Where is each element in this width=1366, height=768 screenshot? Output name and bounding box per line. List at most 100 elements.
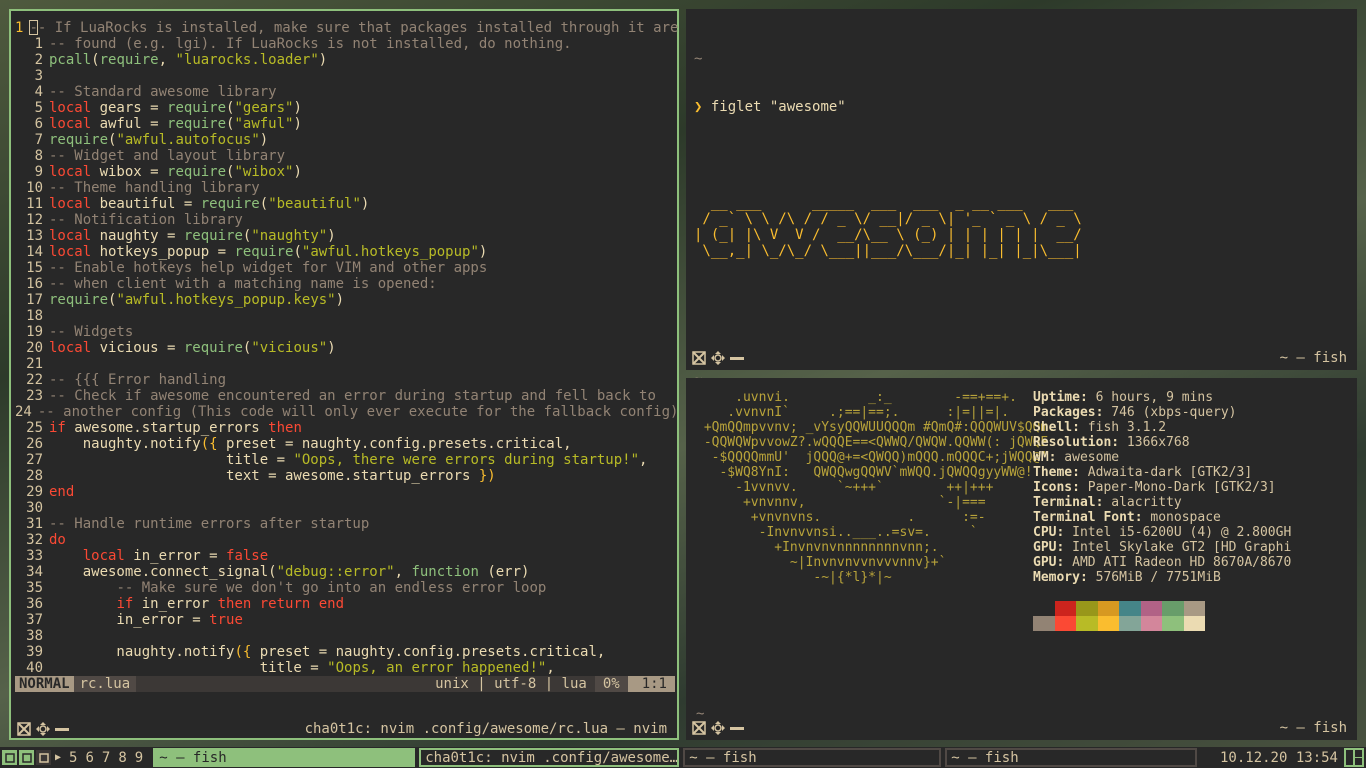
editor-titlebar[interactable]: cha0t1c: nvim .config/awesome/rc.lua — n… (11, 718, 677, 740)
line-number: 24 (15, 404, 32, 420)
editor-window[interactable]: 1 -- If LuaRocks is installed, make sure … (9, 9, 679, 740)
code-line[interactable]: 28 text = awesome.startup_errors }) (15, 468, 675, 484)
line-number: 9 (34, 164, 43, 180)
code-line[interactable]: 25 if awesome.startup_errors then (15, 420, 675, 436)
line-number: 5 (34, 100, 43, 116)
code-line[interactable]: 35 -- Make sure we don't go into an endl… (15, 580, 675, 596)
code-line[interactable]: 4 -- Standard awesome library (15, 84, 675, 100)
code-token: (err) (487, 564, 530, 580)
code-line[interactable]: 11 local beautiful = require("beautiful") (15, 196, 675, 212)
float-icon[interactable] (17, 722, 31, 736)
tag-tile-3[interactable] (36, 750, 51, 765)
line-number: 25 (26, 420, 43, 436)
code-token: require (234, 244, 294, 260)
code-line[interactable]: 23 -- Check if awesome encountered an err… (15, 388, 675, 404)
code-line[interactable]: 13 local naughty = require("naughty") (15, 228, 675, 244)
code-token: require (49, 292, 109, 308)
float-icon[interactable] (692, 351, 706, 365)
code-token: ({ (234, 644, 260, 660)
minimize-icon[interactable] (730, 351, 744, 365)
code-line[interactable]: 7 require("awful.autofocus") (15, 132, 675, 148)
code-line[interactable]: 5 local gears = require("gears") (15, 100, 675, 116)
tag-9[interactable]: 9 (135, 750, 143, 766)
tag-tile-2[interactable] (19, 750, 34, 765)
line-number: 2 (34, 52, 43, 68)
line-number: 1 (34, 36, 43, 52)
tag-6[interactable]: 6 (85, 750, 93, 766)
code-line[interactable]: 8 -- Widget and layout library (15, 148, 675, 164)
float-icon[interactable] (692, 721, 706, 735)
code-line[interactable]: 39 naughty.notify({ preset = naughty.con… (15, 644, 675, 660)
terminal-titlebar[interactable]: ~ — fish (686, 717, 1357, 739)
task-button[interactable]: cha0t1c: nvim .config/awesome… (419, 748, 680, 767)
code-line[interactable]: 19 -- Widgets (15, 324, 675, 340)
code-line[interactable]: 12 -- Notification library (15, 212, 675, 228)
code-line[interactable]: 40 title = "Oops, an error happened!", (15, 660, 675, 676)
code-token: -- Widget and layout library (49, 148, 286, 164)
code-line[interactable]: 1 -- If LuaRocks is installed, make sure … (15, 20, 679, 36)
line-content: local naughty = require("naughty") (49, 228, 336, 244)
code-line[interactable]: 31 -- Handle runtime errors after startup (15, 516, 675, 532)
code-line[interactable]: 10 -- Theme handling library (15, 180, 675, 196)
neofetch-info: Uptime: 6 hours, 9 mins Packages: 746 (xb… (1033, 390, 1291, 585)
code-token: require (200, 196, 260, 212)
code-line[interactable]: 29 end (15, 484, 675, 500)
terminal-window-neofetch[interactable]: .uvnvi. _:_ -==+==+. .vvnvnI` .;==|==;. … (686, 378, 1357, 768)
info-value: Adwaita-dark [GTK2/3] (1079, 465, 1253, 480)
code-line[interactable]: 27 title = "Oops, there were errors duri… (15, 452, 675, 468)
move-icon[interactable] (711, 721, 725, 735)
code-line[interactable]: 30 (15, 500, 675, 516)
play-icon[interactable]: ▶ (55, 750, 61, 766)
tag-list: ▶ 56789 (51, 750, 149, 766)
code-area[interactable]: 1 -- If LuaRocks is installed, make sure … (15, 20, 679, 676)
minimize-icon[interactable] (55, 722, 69, 736)
move-icon[interactable] (36, 722, 50, 736)
task-button[interactable]: ~ — fish (945, 748, 1198, 767)
code-line[interactable]: 2 pcall(require, "luarocks.loader") (15, 52, 675, 68)
code-line[interactable]: 33 local in_error = false (15, 548, 675, 564)
code-token: title = (49, 452, 294, 468)
code-line[interactable]: 32 do (15, 532, 675, 548)
code-token: -- If LuaRocks is installed, make sure t… (29, 20, 679, 36)
code-line[interactable]: 17 require("awful.hotkeys_popup.keys") (15, 292, 675, 308)
layout-icon[interactable] (1344, 748, 1364, 767)
launcher-tile[interactable] (2, 750, 17, 765)
code-token: awful = (99, 116, 168, 132)
code-line[interactable]: 24 -- another config (This code will only… (15, 404, 678, 420)
code-line[interactable]: 1 -- found (e.g. lgi). If LuaRocks is not… (15, 36, 675, 52)
move-icon[interactable] (711, 351, 725, 365)
shell-command: figlet "awesome" (702, 99, 846, 115)
code-line[interactable]: 9 local wibox = require("wibox") (15, 164, 675, 180)
neofetch-info-row: Theme: Adwaita-dark [GTK2/3] (1033, 465, 1291, 480)
code-line[interactable]: 15 -- Enable hotkeys help widget for VIM … (15, 260, 675, 276)
code-line[interactable]: 3 (15, 68, 675, 84)
code-line[interactable]: 20 local vicious = require("vicious") (15, 340, 675, 356)
terminal-titlebar[interactable]: ~ — fish (686, 347, 1357, 369)
code-line[interactable]: 14 local hotkeys_popup = require("awful.h… (15, 244, 675, 260)
terminal-window-figlet[interactable]: ~ ❯ figlet "awesome" __ ___ _____ ___ __… (686, 9, 1357, 435)
code-line[interactable]: 21 (15, 356, 675, 372)
code-line[interactable]: 34 awesome.connect_signal("debug::error"… (15, 564, 675, 580)
tag-7[interactable]: 7 (102, 750, 110, 766)
code-line[interactable]: 18 (15, 308, 675, 324)
code-line[interactable]: 36 if in_error then return end (15, 596, 675, 612)
tag-8[interactable]: 8 (118, 750, 126, 766)
task-button[interactable]: ~ — fish (153, 748, 416, 767)
code-line[interactable]: 16 -- when client with a matching name is… (15, 276, 675, 292)
code-token: ) (293, 164, 302, 180)
minimize-icon[interactable] (730, 721, 744, 735)
tag-5[interactable]: 5 (69, 750, 77, 766)
color-swatch (1033, 601, 1055, 616)
code-token: , (394, 564, 412, 580)
code-token: }) (478, 468, 496, 484)
code-line[interactable]: 37 in_error = true (15, 612, 675, 628)
code-line[interactable]: 38 (15, 628, 675, 644)
info-value: 746 (xbps-query) (1103, 405, 1237, 420)
code-token: ) (327, 228, 336, 244)
task-list: ~ — fish cha0t1c: nvim .config/awesome… ~ … (149, 748, 1198, 767)
code-line[interactable]: 6 local awful = require("awful") (15, 116, 675, 132)
code-line[interactable]: 26 naughty.notify({ preset = naughty.con… (15, 436, 675, 452)
task-button[interactable]: ~ — fish (683, 748, 942, 767)
code-line[interactable]: 22 -- {{{ Error handling (15, 372, 675, 388)
info-value: Intel i5-6200U (4) @ 2.800GH (1064, 525, 1292, 540)
